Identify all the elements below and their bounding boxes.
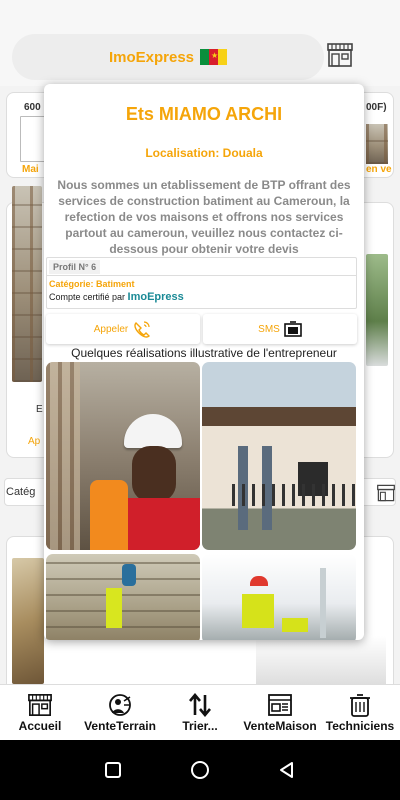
land-sale-icon	[109, 693, 131, 716]
app-title: ImoExpress	[108, 48, 195, 66]
nav-accueil[interactable]: Accueil	[0, 685, 80, 740]
call-label: Appeler	[93, 323, 129, 335]
listing-text: E	[36, 404, 43, 415]
nav-label: VenteMaison	[243, 718, 317, 733]
sms-button[interactable]: SMS	[203, 314, 357, 344]
recents-icon[interactable]	[103, 760, 123, 780]
contractor-dialog: Ets MIAMO ARCHI Localisation: Douala Nou…	[44, 84, 364, 640]
info-box: Profil N° 6 Catégorie: Batiment Compte c…	[46, 257, 357, 309]
nav-techniciens[interactable]: Techniciens	[320, 685, 400, 740]
category-label: Catég	[6, 486, 36, 498]
call-button[interactable]: Appeler	[46, 314, 200, 344]
nav-label: Techniciens	[325, 718, 395, 733]
shop-icon[interactable]	[376, 484, 396, 502]
certified-text: Compte certifié par ImoEpress	[49, 290, 354, 304]
shop-icon	[28, 693, 52, 716]
listing-image[interactable]	[256, 636, 386, 686]
sort-icon	[189, 692, 211, 717]
listing-link[interactable]: Ap	[28, 436, 40, 447]
category-text: Catégorie: Batiment	[49, 279, 135, 289]
gallery-photo[interactable]	[46, 554, 200, 640]
contact-actions: Appeler SMS	[46, 314, 357, 344]
bottom-nav: Accueil VenteTerrain Trier... VenteMaiso…	[0, 684, 400, 740]
gallery-title: Quelques réalisations illustrative de l'…	[71, 346, 337, 360]
gallery-photo[interactable]	[46, 362, 200, 550]
gallery-photo[interactable]	[202, 554, 356, 640]
app-header: ImoExpress ★	[0, 28, 400, 86]
status-bar	[0, 0, 400, 28]
listing-label: en ve	[366, 164, 392, 175]
nav-trier[interactable]: Trier...	[160, 685, 240, 740]
cameroon-flag-icon: ★	[200, 49, 228, 65]
nav-label: Trier...	[182, 718, 218, 733]
certified-prefix: Compte certifié par	[49, 292, 128, 302]
nav-vente-terrain[interactable]: VenteTerrain	[80, 685, 160, 740]
listing-image[interactable]	[12, 558, 44, 684]
brand-pill[interactable]: ImoExpress ★	[12, 34, 324, 80]
profil-badge: Profil N° 6	[49, 259, 101, 274]
broken-image-icon	[20, 116, 46, 162]
house-sale-icon	[268, 693, 292, 716]
sms-icon	[284, 321, 302, 337]
phone-icon	[134, 321, 151, 338]
nav-label: VenteTerrain	[84, 718, 156, 733]
description-text: Nous sommes un etablissement de BTP offr…	[57, 178, 351, 256]
sms-label: SMS	[258, 323, 280, 335]
back-icon[interactable]	[277, 760, 297, 780]
listing-image[interactable]	[12, 186, 42, 382]
nav-vente-maison[interactable]: VenteMaison	[240, 685, 320, 740]
system-nav-bar	[0, 740, 400, 800]
nav-label: Accueil	[18, 718, 62, 733]
listing-label: Mai	[22, 164, 39, 175]
listing-image[interactable]	[366, 254, 388, 366]
home-icon[interactable]	[190, 760, 210, 780]
listing-image[interactable]	[366, 124, 388, 164]
price-text: 00F)	[366, 102, 387, 113]
location-text: Localisation: Douala	[145, 146, 263, 160]
gallery-photo[interactable]	[202, 362, 356, 550]
technicians-icon	[350, 693, 370, 717]
certified-brand: ImoEpress	[127, 291, 184, 303]
shop-icon[interactable]	[326, 42, 354, 68]
price-text: 600	[24, 102, 41, 113]
dialog-title: Ets MIAMO ARCHI	[125, 104, 283, 124]
